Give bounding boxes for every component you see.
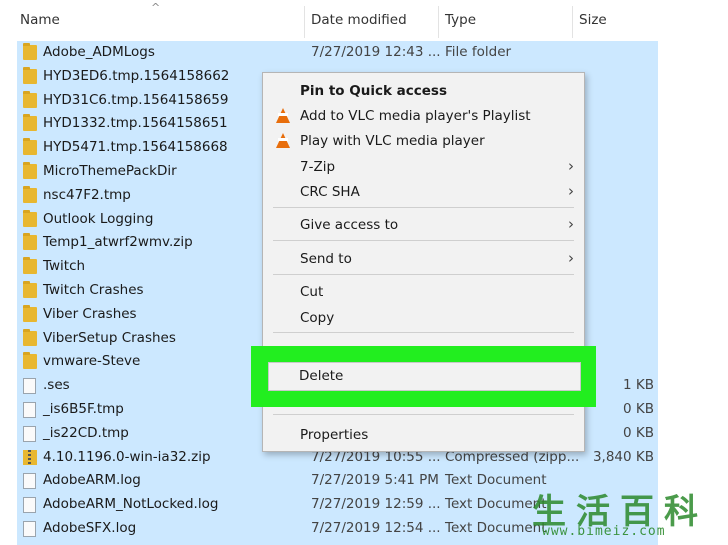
file-size: 0 KB bbox=[623, 424, 654, 441]
file-size: 1 KB bbox=[623, 377, 654, 394]
column-divider[interactable] bbox=[438, 6, 439, 38]
menu-separator bbox=[273, 207, 574, 208]
menu-separator bbox=[273, 274, 574, 275]
menu-item-label: Send to bbox=[300, 251, 352, 267]
watermark-logo: 生活百科 www.bimeiz.com bbox=[528, 484, 728, 545]
menu-item-play-with-vlc[interactable]: Play with VLC media player bbox=[263, 130, 584, 152]
file-icon bbox=[23, 521, 36, 537]
menu-item-label: 7-Zip bbox=[300, 159, 336, 175]
zip-icon bbox=[23, 449, 37, 465]
menu-separator bbox=[273, 332, 574, 333]
menu-item-give-access-to[interactable]: Give access to › bbox=[263, 214, 584, 236]
file-size: 0 KB bbox=[623, 401, 654, 417]
file-name: .ses bbox=[43, 377, 70, 394]
file-date-modified: 7/27/2019 12:59 ... bbox=[311, 496, 441, 513]
menu-item-label: Give access to bbox=[300, 217, 399, 233]
folder-icon bbox=[23, 138, 37, 156]
folder-icon bbox=[23, 257, 37, 275]
file-icon bbox=[23, 497, 36, 514]
vlc-cone-icon bbox=[276, 133, 290, 148]
folder-icon bbox=[23, 162, 37, 179]
menu-item-label: Add to VLC media player's Playlist bbox=[300, 108, 531, 124]
folder-icon bbox=[23, 209, 37, 227]
column-divider[interactable] bbox=[572, 6, 573, 38]
file-date-modified: 7/27/2019 5:41 PM bbox=[311, 472, 439, 489]
menu-item-send-to[interactable]: Send to › bbox=[263, 248, 584, 270]
file-icon bbox=[23, 402, 36, 418]
menu-item-label: Pin to Quick access bbox=[300, 83, 447, 99]
menu-item-label: Delete bbox=[299, 368, 344, 384]
file-name: nsc47F2.tmp bbox=[43, 186, 131, 203]
folder-icon bbox=[23, 185, 37, 203]
file-name: AdobeARM.log bbox=[43, 472, 141, 489]
file-name: AdobeARM_NotLocked.log bbox=[43, 496, 219, 513]
menu-item-copy[interactable]: Copy bbox=[263, 307, 584, 329]
file-icon bbox=[23, 378, 36, 395]
file-name: HYD31C6.tmp.1564158659 bbox=[43, 91, 229, 108]
file-row[interactable]: Adobe_ADMLogs 7/27/2019 12:43 ... File fol… bbox=[17, 41, 658, 65]
menu-item-label: Play with VLC media player bbox=[300, 133, 485, 149]
chevron-right-icon: › bbox=[568, 215, 574, 233]
file-name: vmware-Steve bbox=[43, 353, 141, 370]
menu-item-pin-to-quick-access[interactable]: Pin to Quick access bbox=[263, 80, 584, 102]
file-size: 3,840 KB bbox=[592, 448, 654, 465]
file-name: HYD1332.tmp.1564158651 bbox=[43, 115, 228, 132]
file-name: _is6B5F.tmp bbox=[43, 401, 124, 417]
folder-icon bbox=[23, 66, 37, 84]
file-icon bbox=[23, 425, 36, 442]
folder-icon bbox=[23, 233, 37, 251]
folder-icon bbox=[23, 352, 37, 370]
file-type: File folder bbox=[445, 44, 512, 60]
file-name: Twitch bbox=[43, 258, 86, 275]
menu-item-label: Copy bbox=[300, 310, 335, 326]
menu-item-properties[interactable]: Properties bbox=[263, 424, 584, 446]
file-date-modified: 7/27/2019 12:54 ... bbox=[311, 520, 441, 536]
folder-icon bbox=[23, 281, 37, 298]
file-name: Twitch Crashes bbox=[43, 282, 144, 298]
menu-separator bbox=[273, 240, 574, 241]
column-divider[interactable] bbox=[304, 6, 305, 38]
folder-icon bbox=[23, 328, 37, 346]
chevron-right-icon: › bbox=[568, 157, 574, 175]
column-header-row: ^ Name Date modified Type Size bbox=[0, 0, 728, 40]
menu-item-7-zip[interactable]: 7-Zip › bbox=[263, 156, 584, 178]
chevron-right-icon: › bbox=[568, 182, 574, 200]
file-name: Temp1_atwrf2wmv.zip bbox=[43, 234, 193, 251]
chevron-right-icon: › bbox=[568, 249, 574, 267]
vlc-cone-icon bbox=[276, 108, 290, 123]
file-name: Adobe_ADMLogs bbox=[43, 44, 155, 60]
column-header-size[interactable]: Size bbox=[579, 12, 607, 28]
file-name: MicroThemePackDir bbox=[43, 163, 177, 179]
menu-item-label: CRC SHA bbox=[300, 184, 360, 200]
column-header-name[interactable]: Name bbox=[20, 12, 60, 28]
column-header-date-modified[interactable]: Date modified bbox=[311, 12, 407, 28]
file-name: Outlook Logging bbox=[43, 210, 154, 227]
sort-ascending-icon[interactable]: ^ bbox=[151, 1, 160, 14]
folder-icon bbox=[23, 114, 37, 132]
column-header-type[interactable]: Type bbox=[445, 12, 476, 28]
folder-icon bbox=[23, 43, 37, 60]
file-icon bbox=[23, 473, 36, 490]
file-name: ViberSetup Crashes bbox=[43, 329, 176, 346]
file-date-modified: 7/27/2019 12:43 ... bbox=[311, 44, 441, 60]
menu-item-add-to-vlc-playlist[interactable]: Add to VLC media player's Playlist bbox=[263, 105, 584, 127]
menu-item-cut[interactable]: Cut bbox=[263, 281, 584, 303]
watermark-url: www.bimeiz.com bbox=[542, 524, 666, 539]
menu-item-delete[interactable]: Delete bbox=[268, 362, 581, 391]
menu-item-crc-sha[interactable]: CRC SHA › bbox=[263, 181, 584, 203]
folder-icon bbox=[23, 304, 37, 322]
file-name: _is22CD.tmp bbox=[43, 424, 129, 441]
file-name: Viber Crashes bbox=[43, 305, 137, 322]
menu-item-label: Cut bbox=[300, 284, 324, 300]
menu-item-label: Properties bbox=[300, 427, 369, 443]
file-name: 4.10.1196.0-win-ia32.zip bbox=[43, 448, 211, 465]
file-name: AdobeSFX.log bbox=[43, 520, 137, 536]
file-name: HYD5471.tmp.1564158668 bbox=[43, 139, 228, 156]
file-name: HYD3ED6.tmp.1564158662 bbox=[43, 67, 230, 84]
menu-separator bbox=[273, 414, 574, 415]
folder-icon bbox=[23, 90, 37, 108]
